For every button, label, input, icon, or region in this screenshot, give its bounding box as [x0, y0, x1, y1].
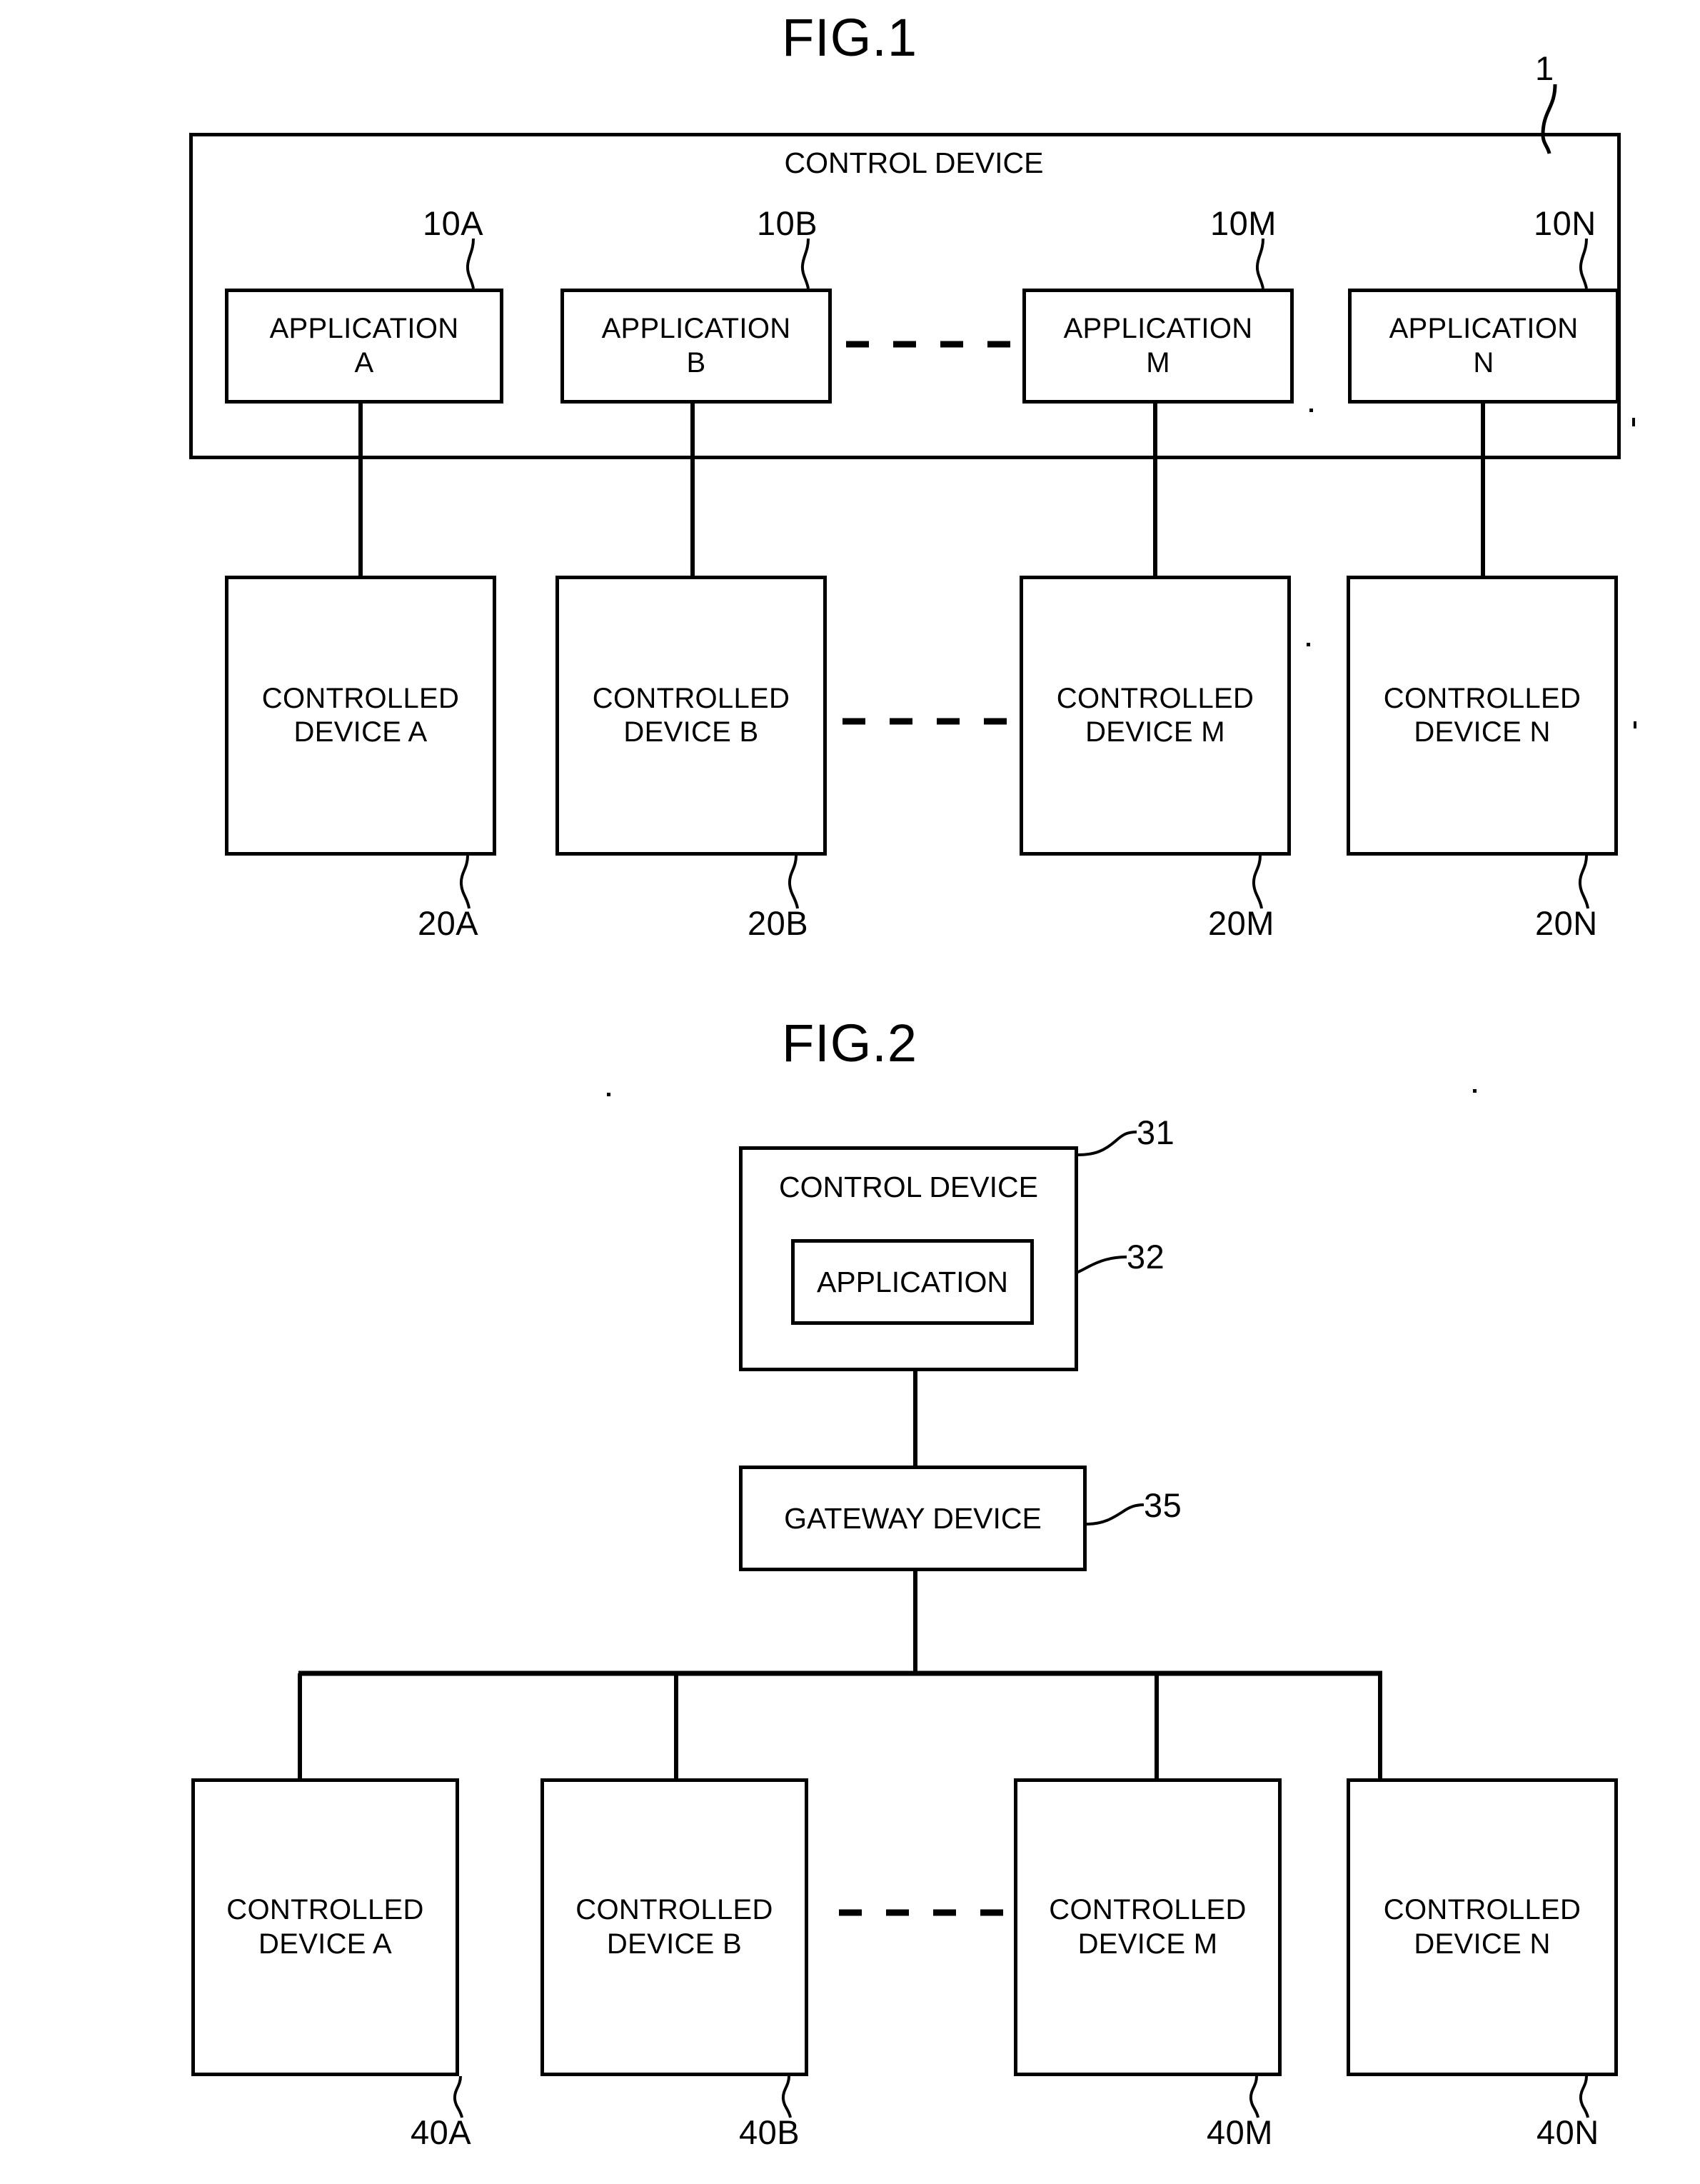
controlled-device-box-b-label-fig1: CONTROLLED DEVICE B [592, 682, 790, 748]
controlled-device-box-n-label-fig2: CONTROLLED DEVICE N [1383, 1894, 1581, 1960]
scan-artifact-speck [1309, 409, 1313, 412]
application-box-n-label: APPLICATION N [1389, 313, 1579, 379]
scan-artifact-speck [1473, 1089, 1477, 1093]
application-box-a-label: APPLICATION A [269, 313, 459, 379]
reference-numeral-32: 32 [1127, 1238, 1165, 1276]
application-box-n: APPLICATION N [1348, 289, 1619, 404]
reference-numeral-40b: 40B [739, 2113, 800, 2151]
controlled-device-box-n-fig2: CONTROLLED DEVICE N [1347, 1778, 1618, 2076]
application-box-m: APPLICATION M [1022, 289, 1294, 404]
controlled-device-box-m-fig2: CONTROLLED DEVICE M [1014, 1778, 1282, 2076]
leader-line-31 [1077, 1131, 1137, 1156]
gateway-device-box: GATEWAY DEVICE [739, 1466, 1087, 1571]
reference-numeral-20a: 20A [418, 904, 479, 942]
controlled-device-box-n-fig1: CONTROLLED DEVICE N [1347, 576, 1618, 856]
controlled-device-box-n-label-fig1: CONTROLLED DEVICE N [1383, 682, 1581, 748]
reference-numeral-31: 31 [1137, 1113, 1175, 1151]
controlled-device-box-a-fig2: CONTROLLED DEVICE A [191, 1778, 459, 2076]
leader-line-20b [788, 855, 799, 909]
application-box-fig2-label: APPLICATION [816, 1265, 1009, 1298]
patent-drawing-sheet: FIG.1 1 CONTROL DEVICE 10A 10B 10M 10N A… [0, 0, 1700, 2184]
reference-numeral-10n: 10N [1534, 204, 1596, 242]
reference-numeral-40n: 40N [1536, 2113, 1599, 2151]
reference-numeral-20m: 20M [1208, 904, 1274, 942]
reference-numeral-1: 1 [1535, 49, 1554, 87]
controlled-device-box-a-label-fig1: CONTROLLED DEVICE A [261, 682, 460, 748]
controlled-device-box-m-label-fig2: CONTROLLED DEVICE M [1049, 1894, 1247, 1960]
scan-artifact-speck [1307, 643, 1310, 646]
reference-numeral-35: 35 [1144, 1486, 1182, 1524]
controlled-device-box-b-fig1: CONTROLLED DEVICE B [555, 576, 827, 856]
reference-numeral-20n: 20N [1535, 904, 1598, 942]
leader-line-35 [1086, 1503, 1145, 1526]
scan-artifact-speck [1632, 418, 1635, 426]
leader-line-20a [459, 855, 471, 909]
application-box-b-label: APPLICATION B [601, 313, 791, 379]
reference-numeral-10b: 10B [757, 204, 818, 242]
figure-title-2: FIG.2 [781, 1013, 918, 1073]
controlled-device-box-a-fig1: CONTROLLED DEVICE A [225, 576, 496, 856]
controlled-device-box-m-label-fig1: CONTROLLED DEVICE M [1056, 682, 1254, 748]
reference-numeral-20b: 20B [748, 904, 809, 942]
reference-numeral-10a: 10A [423, 204, 484, 242]
controlled-device-box-b-label-fig2: CONTROLLED DEVICE B [575, 1894, 773, 1960]
figure-title-1: FIG.1 [781, 8, 918, 67]
leader-line-20m [1252, 855, 1263, 909]
leader-line-20n [1578, 855, 1589, 909]
leader-line-40a [453, 2075, 463, 2118]
scan-artifact-speck [1634, 721, 1636, 728]
application-box-b: APPLICATION B [560, 289, 832, 404]
controlled-device-box-b-fig2: CONTROLLED DEVICE B [540, 1778, 808, 2076]
scan-artifact-speck [607, 1093, 610, 1096]
controlled-device-box-a-label-fig2: CONTROLLED DEVICE A [226, 1894, 424, 1960]
reference-numeral-10m: 10M [1210, 204, 1277, 242]
reference-numeral-40m: 40M [1207, 2113, 1273, 2151]
control-device-header-fig1: CONTROL DEVICE [784, 146, 1044, 179]
leader-line-40n [1579, 2075, 1589, 2118]
leader-line-40m [1249, 2075, 1259, 2118]
application-box-a: APPLICATION A [225, 289, 503, 404]
gateway-device-box-label: GATEWAY DEVICE [784, 1501, 1042, 1535]
leader-line-40b [781, 2075, 792, 2118]
application-box-m-label: APPLICATION M [1063, 313, 1253, 379]
application-box-fig2: APPLICATION [791, 1239, 1034, 1325]
controlled-device-box-m-fig1: CONTROLLED DEVICE M [1020, 576, 1291, 856]
reference-numeral-40a: 40A [411, 2113, 472, 2151]
control-device-box-label-fig2: CONTROL DEVICE [779, 1171, 1038, 1203]
